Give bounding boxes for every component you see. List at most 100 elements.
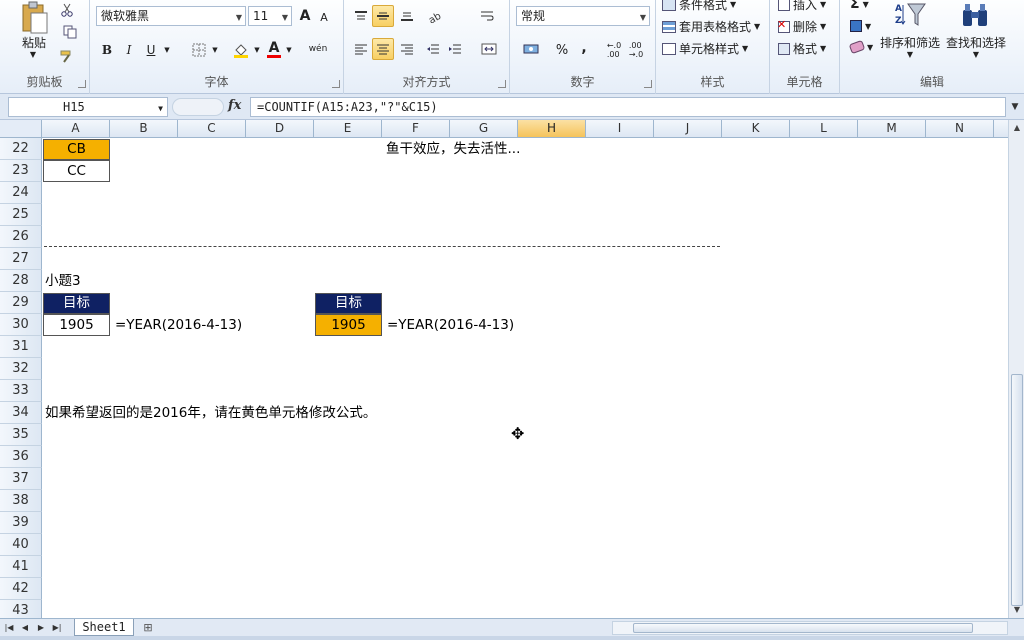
insert-cells-button[interactable]: 插入 ▼	[778, 0, 826, 13]
column-header-j[interactable]: J	[654, 120, 722, 138]
align-middle-icon[interactable]	[372, 5, 394, 27]
paste-icon[interactable]	[12, 0, 56, 36]
column-header-h[interactable]: H	[518, 120, 586, 138]
phonetic-button[interactable]: wén	[306, 38, 330, 60]
row-header[interactable]: 31	[0, 336, 42, 358]
next-sheet-icon[interactable]: ▶	[34, 621, 48, 635]
wrap-text-icon[interactable]	[476, 5, 498, 27]
font-size-select[interactable]: 11 ▼	[248, 6, 292, 26]
scroll-up-icon[interactable]: ▲	[1009, 120, 1024, 136]
formula-input[interactable]: =COUNTIF(A15:A23,"?"&C15)	[250, 97, 1006, 117]
clear-button[interactable]: ▼	[848, 39, 873, 55]
column-header-e[interactable]: E	[314, 120, 382, 138]
chevron-down-icon[interactable]: ▼	[284, 42, 294, 58]
cell-a23[interactable]: CC	[43, 160, 110, 182]
row-header[interactable]: 43	[0, 600, 42, 618]
fx-icon[interactable]: fx	[228, 98, 241, 113]
spreadsheet-grid[interactable]: A B C D E F G H I J K L M N 22 23 24 25 …	[0, 120, 1008, 618]
column-header-n[interactable]: N	[926, 120, 994, 138]
percent-button[interactable]: %	[552, 40, 572, 60]
column-header-g[interactable]: G	[450, 120, 518, 138]
format-painter-icon[interactable]	[58, 48, 76, 64]
cell-f22-note[interactable]: 鱼干效应，失去活性...	[386, 139, 520, 160]
last-sheet-icon[interactable]: ▶|	[50, 621, 64, 635]
row-header[interactable]: 23	[0, 160, 42, 182]
decrease-decimal-icon[interactable]: .00 →.0	[626, 40, 646, 60]
cell-f30[interactable]: =YEAR(2016-4-13)	[387, 314, 514, 336]
chevron-down-icon[interactable]: ▼	[904, 50, 916, 59]
cell-a34[interactable]: 如果希望返回的是2016年，请在黄色单元格修改公式。	[45, 402, 376, 424]
decrease-indent-icon[interactable]	[422, 38, 444, 60]
number-format-select[interactable]: 常规 ▼	[516, 6, 650, 26]
alignment-launcher-icon[interactable]	[498, 80, 506, 88]
sort-filter-icon[interactable]: AZ	[894, 0, 928, 30]
horizontal-scrollbar[interactable]	[612, 621, 1008, 635]
row-header[interactable]: 29	[0, 292, 42, 314]
row-header[interactable]: 38	[0, 490, 42, 512]
row-header[interactable]: 41	[0, 556, 42, 578]
row-header[interactable]: 42	[0, 578, 42, 600]
chevron-down-icon[interactable]: ▼	[162, 42, 172, 58]
row-header[interactable]: 32	[0, 358, 42, 380]
clipboard-launcher-icon[interactable]	[78, 80, 86, 88]
column-header-a[interactable]: A	[42, 120, 110, 138]
cell-styles-button[interactable]: 单元格样式 ▼	[662, 40, 748, 57]
insert-sheet-icon[interactable]: ⊞	[138, 620, 158, 635]
select-all-corner[interactable]	[0, 120, 42, 138]
scroll-down-icon[interactable]: ▼	[1009, 602, 1024, 618]
cell-b30[interactable]: =YEAR(2016-4-13)	[115, 314, 242, 336]
cell-a30[interactable]: 1905	[43, 314, 110, 336]
font-launcher-icon[interactable]	[332, 80, 340, 88]
bold-button[interactable]: B	[98, 40, 116, 60]
column-header-k[interactable]: K	[722, 120, 790, 138]
column-header-l[interactable]: L	[790, 120, 858, 138]
copy-icon[interactable]	[58, 24, 82, 40]
find-select-button[interactable]: 查找和选择	[944, 34, 1008, 51]
cut-icon[interactable]	[58, 2, 76, 18]
merge-center-icon[interactable]	[476, 38, 502, 60]
font-color-button[interactable]: A	[264, 38, 284, 60]
vertical-scrollbar[interactable]: ▲ ▼	[1008, 120, 1024, 618]
first-sheet-icon[interactable]: |◀	[2, 621, 16, 635]
cell-e29[interactable]: 目标	[315, 293, 382, 314]
column-header-i[interactable]: I	[586, 120, 654, 138]
align-left-icon[interactable]	[350, 38, 372, 60]
name-box[interactable]: H15 ▼	[8, 97, 168, 117]
orientation-icon[interactable]: ab	[424, 5, 448, 27]
row-header[interactable]: 35	[0, 424, 42, 446]
comma-button[interactable]: ,	[576, 38, 592, 58]
fill-button[interactable]: ▼	[850, 20, 871, 32]
horizontal-scroll-thumb[interactable]	[633, 623, 973, 633]
chevron-down-icon[interactable]: ▼	[970, 50, 982, 59]
column-header-d[interactable]: D	[246, 120, 314, 138]
format-as-table-button[interactable]: 套用表格格式 ▼	[662, 18, 760, 35]
underline-button[interactable]: U	[142, 40, 160, 60]
sort-filter-button[interactable]: 排序和筛选	[878, 34, 942, 51]
column-header-partial[interactable]	[994, 120, 1008, 138]
font-name-select[interactable]: 微软雅黑 ▼	[96, 6, 246, 26]
column-header-c[interactable]: C	[178, 120, 246, 138]
column-header-m[interactable]: M	[858, 120, 926, 138]
fill-color-icon[interactable]	[230, 40, 252, 60]
format-cells-button[interactable]: 格式 ▼	[778, 40, 826, 57]
conditional-formatting-button[interactable]: 条件格式 ▼	[662, 0, 736, 13]
align-right-icon[interactable]	[396, 38, 418, 60]
row-header[interactable]: 26	[0, 226, 42, 248]
align-bottom-icon[interactable]	[396, 5, 418, 27]
row-header[interactable]: 34	[0, 402, 42, 424]
chevron-down-icon[interactable]: ▼	[252, 42, 262, 58]
border-icon[interactable]	[188, 40, 210, 60]
cell-e30[interactable]: 1905	[315, 314, 382, 336]
delete-cells-button[interactable]: ✕ 删除 ▼	[777, 18, 826, 35]
sheet-tab-sheet1[interactable]: Sheet1	[74, 619, 134, 636]
align-center-icon[interactable]	[372, 38, 394, 60]
paste-button[interactable]: 粘贴	[14, 34, 54, 51]
autosum-button[interactable]: Σ ▼	[850, 0, 869, 12]
paste-dropdown-icon[interactable]: ▼	[26, 50, 40, 59]
grow-font-button[interactable]: A	[296, 6, 314, 26]
row-header[interactable]: 36	[0, 446, 42, 468]
row-header[interactable]: 24	[0, 182, 42, 204]
expand-formula-icon[interactable]: ▼	[1008, 98, 1022, 116]
row-header[interactable]: 30	[0, 314, 42, 336]
row-header[interactable]: 33	[0, 380, 42, 402]
